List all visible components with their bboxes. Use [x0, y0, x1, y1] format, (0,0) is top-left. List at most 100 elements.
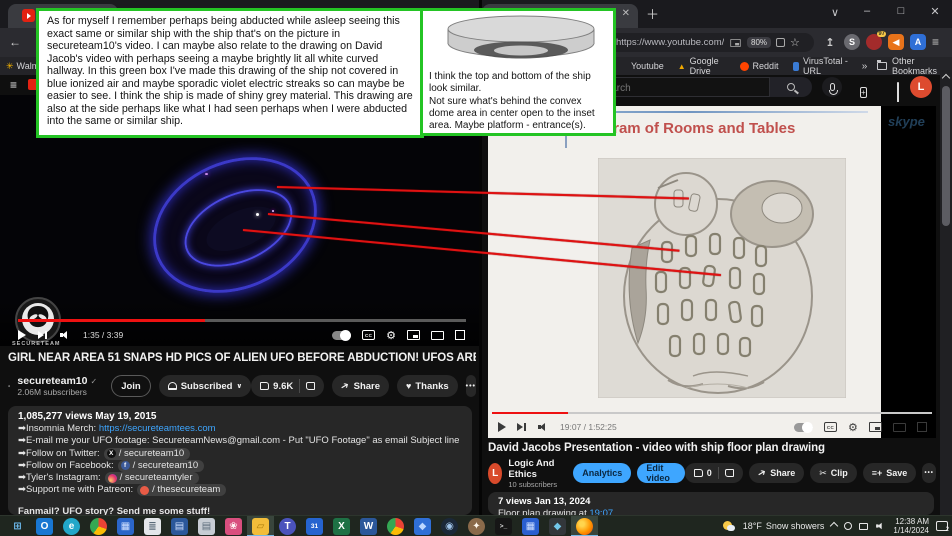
settings-gear-icon[interactable]: ⚙ [386, 329, 396, 342]
volume-icon[interactable] [60, 330, 71, 340]
channel-avatar[interactable]: L [488, 463, 502, 484]
clock[interactable]: 12:38 AM1/14/2024 [893, 517, 929, 535]
teams-icon[interactable]: T [274, 516, 301, 536]
scrollbar-thumb[interactable] [942, 86, 950, 226]
right-video-player[interactable]: Diagram of Rooms and Tables skype [488, 106, 936, 438]
extension-s-icon[interactable]: S [844, 34, 860, 50]
instagram-chip[interactable]: / secureteamtyler [105, 472, 199, 484]
fullscreen-icon[interactable] [917, 422, 927, 432]
shield-extension-icon[interactable]: 97 [866, 34, 882, 50]
bookmark-item[interactable]: Youtube [618, 61, 664, 71]
wordpad-icon[interactable]: ▤ [166, 516, 193, 536]
mic-button[interactable] [822, 77, 842, 97]
next-icon[interactable] [38, 330, 48, 340]
bronze-app-icon[interactable]: ✦ [463, 516, 490, 536]
autoplay-toggle[interactable] [332, 331, 351, 340]
document-icon[interactable]: ▤ [193, 516, 220, 536]
terminal-icon[interactable]: >_ [490, 516, 517, 536]
excel-icon[interactable]: X [328, 516, 355, 536]
tile-app-icon[interactable]: ▦ [517, 516, 544, 536]
share-page-icon[interactable]: ↥ [822, 34, 838, 50]
left-description-box[interactable]: 1,085,277 views May 19, 2015 ➡Insomnia M… [8, 406, 472, 515]
play-icon[interactable] [18, 330, 26, 340]
join-button[interactable]: Join [111, 375, 151, 397]
bookmark-item[interactable]: ▲ Google Drive [678, 56, 726, 76]
captions-icon[interactable]: CC [824, 422, 837, 432]
tray-volume-icon[interactable] [877, 522, 886, 530]
bookmark-item[interactable]: Reddit [740, 61, 779, 71]
photos-icon[interactable]: ❀ [220, 516, 247, 536]
chrome-profile-icon[interactable] [382, 516, 409, 536]
chrome-icon[interactable] [85, 516, 112, 536]
steam-icon[interactable]: ◉ [436, 516, 463, 536]
channel-avatar[interactable] [8, 374, 10, 398]
miniplayer-icon[interactable] [407, 330, 420, 340]
twitter-chip[interactable]: X/ secureteam10 [104, 448, 190, 460]
file-explorer-icon[interactable]: ▱ [247, 516, 274, 536]
theater-mode-icon[interactable] [431, 331, 444, 340]
like-icon[interactable] [260, 382, 269, 390]
maximize-icon[interactable]: □ [894, 5, 908, 17]
edit-video-button[interactable]: Edit video [637, 463, 684, 483]
blue-app-icon[interactable]: ◆ [409, 516, 436, 536]
timestamp-link[interactable]: 19:07 [589, 508, 613, 515]
translate-extension-icon[interactable]: A [910, 34, 926, 50]
subscribed-button[interactable]: Subscribed ∨ [159, 375, 251, 397]
create-video-icon[interactable]: + [860, 87, 867, 98]
tray-expand-icon[interactable] [830, 522, 838, 530]
play-icon[interactable] [498, 422, 506, 432]
channel-name[interactable]: Logic And Ethics [508, 458, 561, 480]
back-icon[interactable]: ← [9, 35, 21, 49]
start-button[interactable]: ⊞ [4, 516, 31, 536]
orange-extension-icon[interactable]: ◀ [888, 34, 904, 50]
firefox-icon[interactable] [571, 516, 598, 536]
left-progress-track[interactable] [18, 319, 466, 322]
theater-mode-icon[interactable] [893, 423, 906, 432]
right-description-box[interactable]: 7 views Jan 13, 2024 Floor plan drawing … [488, 492, 934, 515]
notifications-bell-icon[interactable] [897, 82, 899, 102]
tray-app-icon[interactable] [844, 522, 852, 530]
notification-center-icon[interactable]: 2 [936, 521, 948, 531]
close-icon[interactable]: ✕ [928, 5, 942, 18]
analytics-button[interactable]: Analytics [573, 463, 631, 483]
weather-text[interactable]: 18°FSnow showers [743, 521, 825, 531]
dislike-icon[interactable] [725, 469, 734, 477]
network-icon[interactable] [859, 523, 868, 530]
bookmark-star-icon[interactable]: ☆ [790, 36, 800, 49]
share-button[interactable]: ➔Share [749, 463, 804, 483]
bookmark-item[interactable]: VirusTotal - URL [793, 56, 850, 76]
tab-close-icon[interactable]: ✕ [622, 8, 630, 19]
clip-button[interactable]: ✂Clip [810, 463, 857, 483]
next-icon[interactable] [517, 422, 527, 432]
merch-link[interactable]: https://secureteamtees.com [99, 423, 216, 434]
channel-name[interactable]: secureteam10 [17, 375, 87, 387]
save-button[interactable]: ≡+Save [863, 463, 917, 483]
volume-icon[interactable] [538, 422, 549, 432]
thanks-button[interactable]: ♥ Thanks [397, 375, 458, 397]
like-dislike-pill[interactable]: 9.6K [251, 375, 324, 397]
edge-icon[interactable]: e [58, 516, 85, 536]
minimize-icon[interactable]: – [860, 5, 874, 17]
scrollbar[interactable] [940, 70, 952, 515]
calendar-app-icon[interactable]: ▦ [112, 516, 139, 536]
facebook-chip[interactable]: f/ secureteam10 [118, 460, 204, 472]
dislike-icon[interactable] [306, 382, 315, 390]
patreon-chip[interactable]: / thesecureteam [137, 484, 226, 496]
outlook-icon[interactable]: O [31, 516, 58, 536]
share-button[interactable]: ➔ Share [332, 375, 389, 397]
settings-gear-icon[interactable]: ⚙ [848, 421, 858, 434]
fullscreen-icon[interactable] [455, 330, 465, 340]
more-actions-button[interactable]: ••• [466, 375, 476, 397]
todo-calendar-icon[interactable]: 31 [301, 516, 328, 536]
translate-icon[interactable] [776, 38, 785, 47]
search-button[interactable] [770, 77, 812, 97]
miniplayer-icon[interactable] [869, 422, 882, 432]
pip-url-icon[interactable] [730, 39, 740, 47]
virtualbox-icon[interactable]: ◆ [544, 516, 571, 536]
autoplay-toggle[interactable] [794, 423, 813, 432]
word-icon[interactable]: W [355, 516, 382, 536]
tab-list-chevron-icon[interactable]: ∨ [828, 6, 842, 19]
menu-icon[interactable]: ≡ [10, 78, 17, 92]
account-avatar[interactable]: L [910, 76, 932, 98]
captions-icon[interactable]: CC [362, 330, 375, 340]
